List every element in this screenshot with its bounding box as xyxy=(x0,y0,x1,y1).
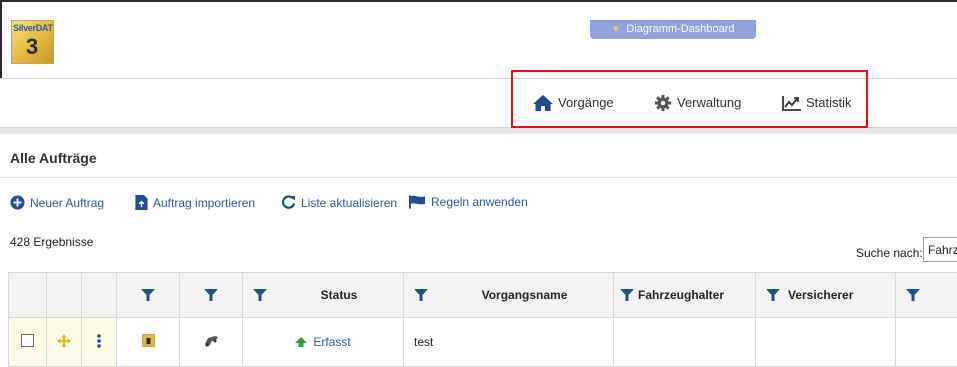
nav-item-label: Verwaltung xyxy=(677,94,741,112)
apply-rules-button[interactable]: Regeln anwenden xyxy=(409,195,528,209)
header-versicherer[interactable]: Versicherer xyxy=(756,273,896,318)
extra-cell xyxy=(896,318,957,367)
flag-icon xyxy=(409,195,426,209)
gear-icon xyxy=(653,94,673,112)
more-vertical-icon[interactable] xyxy=(97,334,101,348)
new-order-button[interactable]: Neuer Auftrag xyxy=(10,195,104,210)
new-order-label: Neuer Auftrag xyxy=(30,196,104,210)
orders-table: Status Vorgangsname Fahrzeughalter Versi… xyxy=(8,272,957,367)
header-label: Fahrzeughalter xyxy=(638,288,724,302)
file-import-icon xyxy=(135,195,148,210)
vorgangsname-value: test xyxy=(414,335,433,349)
refresh-icon xyxy=(281,195,296,210)
row-app-icon-cell xyxy=(117,318,180,367)
logo-text: SilverDAT xyxy=(13,23,53,33)
header-filter-cell[interactable] xyxy=(180,273,243,318)
search-input[interactable] xyxy=(923,237,957,262)
filter-icon[interactable] xyxy=(414,288,428,302)
row-menu-cell[interactable] xyxy=(82,318,117,367)
filter-icon[interactable] xyxy=(141,288,155,302)
search-label: Suche nach: xyxy=(856,246,923,260)
filter-icon[interactable] xyxy=(204,288,218,302)
silverdat-app-icon xyxy=(142,334,155,347)
row-select-cell[interactable] xyxy=(9,318,47,367)
dashboard-tab[interactable]: ▼ Diagramm-Dashboard xyxy=(590,20,756,39)
nav-item-vorgaenge[interactable]: Vorgänge xyxy=(532,94,614,112)
header-status[interactable]: Status xyxy=(243,273,404,318)
nav-item-statistik[interactable]: Statistik xyxy=(782,94,852,112)
chevron-down-icon: ▼ xyxy=(611,24,620,34)
apply-rules-label: Regeln anwenden xyxy=(431,195,528,209)
header-cell xyxy=(82,273,117,318)
header-cell xyxy=(9,273,47,318)
filter-icon[interactable] xyxy=(253,288,267,302)
header-vorgangsname[interactable]: Vorgangsname xyxy=(404,273,614,318)
header-cell xyxy=(47,273,82,318)
results-count: 428 Ergebnisse xyxy=(10,235,93,249)
header-fahrzeughalter[interactable]: Fahrzeughalter xyxy=(614,273,756,318)
silverdat-logo[interactable]: SilverDAT 3 xyxy=(11,20,54,64)
dashboard-tab-label: Diagramm-Dashboard xyxy=(626,23,734,35)
vorgangsname-cell: test xyxy=(404,318,614,367)
row-checkbox[interactable] xyxy=(21,334,34,347)
logo-number: 3 xyxy=(26,34,38,60)
nav-item-label: Vorgänge xyxy=(558,94,614,112)
chart-icon xyxy=(782,95,802,111)
move-icon[interactable] xyxy=(57,334,71,348)
page-title: Alle Aufträge xyxy=(10,150,97,166)
import-order-label: Auftrag importieren xyxy=(153,196,255,210)
refresh-list-label: Liste aktualisieren xyxy=(301,196,397,210)
app-header: SilverDAT 3 ▼ Diagramm-Dashboard xyxy=(0,0,957,78)
table-row[interactable]: Erfasst test xyxy=(9,318,957,367)
status-cell[interactable]: Erfasst xyxy=(243,318,404,367)
header-label: Vorgangsname xyxy=(436,288,613,302)
filter-icon[interactable] xyxy=(906,288,920,302)
nav-item-verwaltung[interactable]: Verwaltung xyxy=(653,94,741,112)
divider xyxy=(0,177,957,178)
status-arrow-icon xyxy=(295,337,307,347)
versicherer-cell xyxy=(756,318,896,367)
status-link[interactable]: Erfasst xyxy=(313,335,350,349)
plus-circle-icon xyxy=(10,195,25,210)
header-label: Status xyxy=(275,288,403,302)
refresh-list-button[interactable]: Liste aktualisieren xyxy=(281,195,397,210)
separator-strip xyxy=(0,128,957,134)
filter-icon[interactable] xyxy=(620,288,634,302)
car-icon xyxy=(203,335,219,347)
row-car-icon-cell xyxy=(180,318,243,367)
header-filter-cell[interactable] xyxy=(117,273,180,318)
fahrzeughalter-cell xyxy=(614,318,756,367)
table-header-row: Status Vorgangsname Fahrzeughalter Versi… xyxy=(9,273,957,318)
home-icon xyxy=(532,94,554,112)
nav-item-label: Statistik xyxy=(806,94,852,112)
filter-icon[interactable] xyxy=(766,288,780,302)
row-move-cell[interactable] xyxy=(47,318,82,367)
header-filter-cell[interactable] xyxy=(896,273,957,318)
header-label: Versicherer xyxy=(788,288,853,302)
import-order-button[interactable]: Auftrag importieren xyxy=(135,195,255,210)
